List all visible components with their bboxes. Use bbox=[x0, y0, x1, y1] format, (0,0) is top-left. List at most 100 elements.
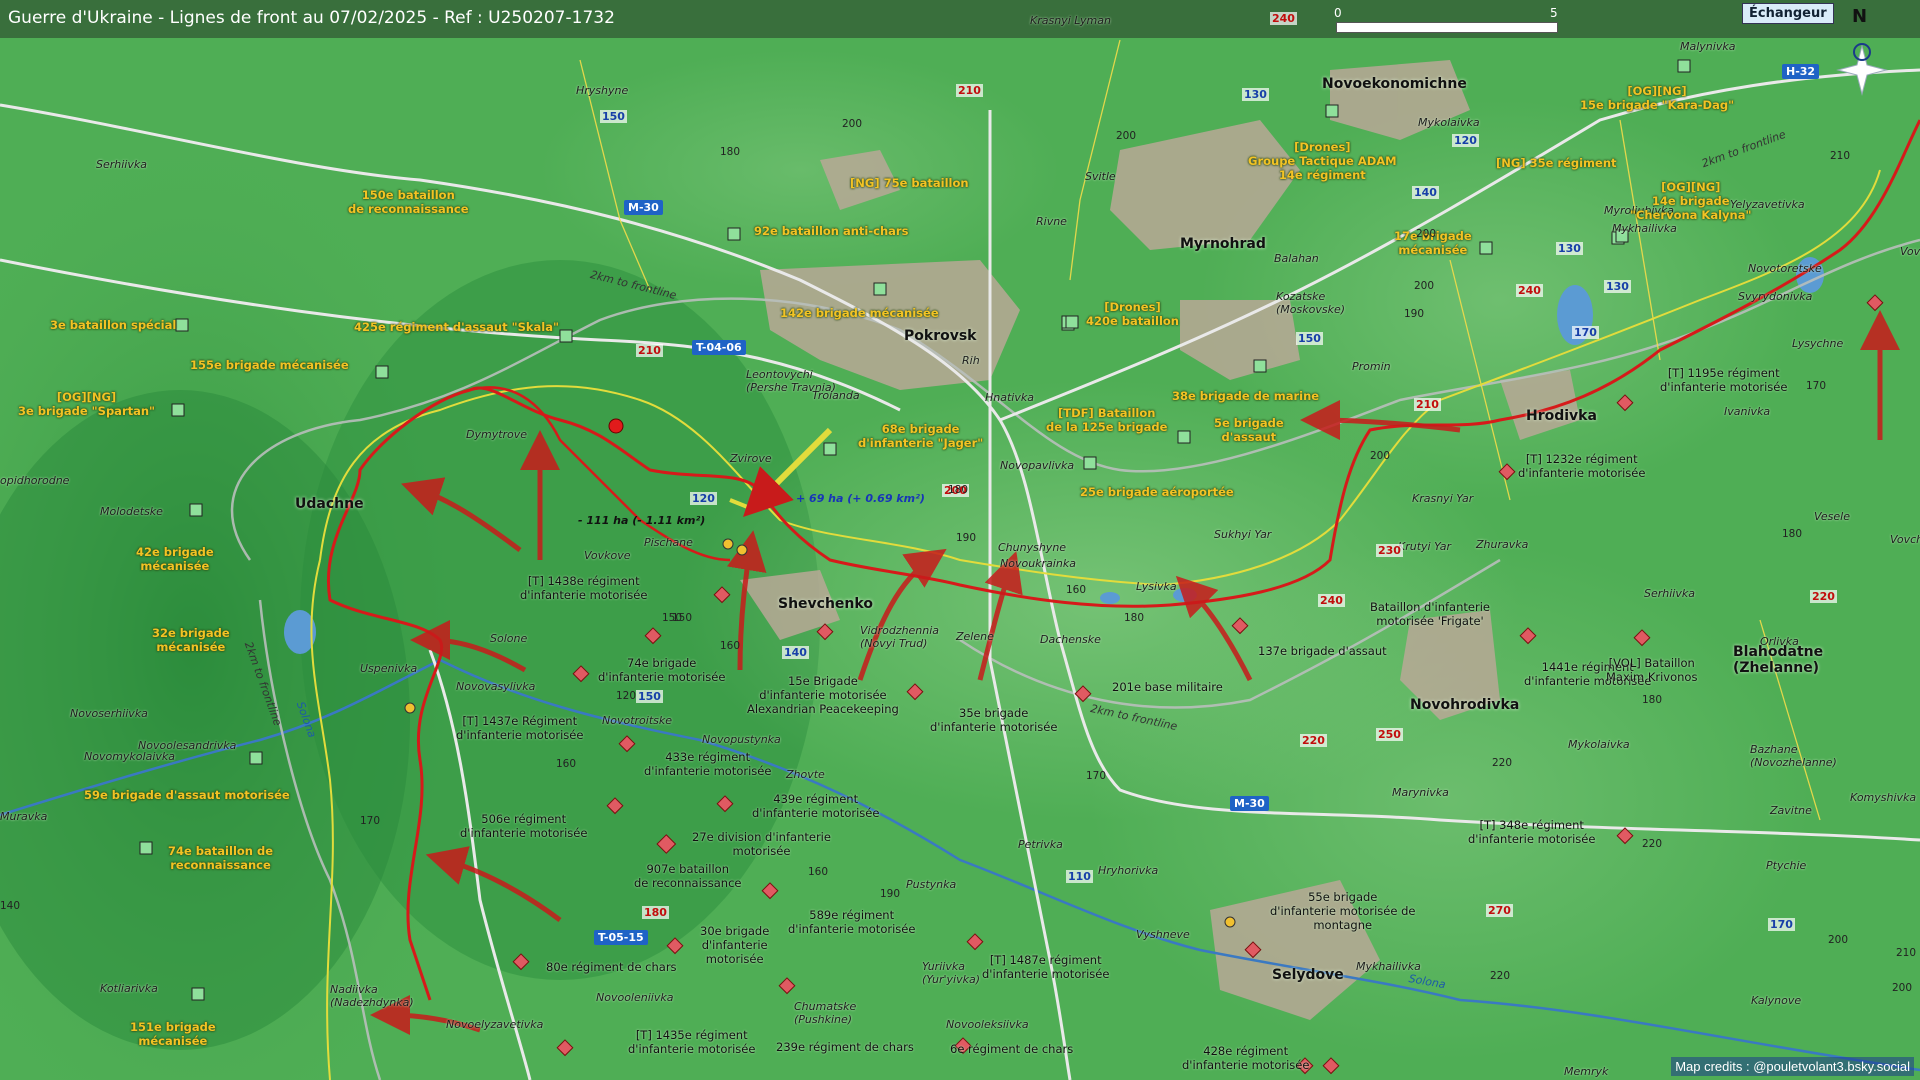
town-label: Novoserhiivka bbox=[70, 707, 148, 720]
town-label: Pustynka bbox=[906, 878, 957, 891]
road-sign: H-32 bbox=[1782, 64, 1820, 79]
town-label: Yuriivka (Yur'yivka) bbox=[922, 960, 980, 986]
town-label-bold: Shevchenko bbox=[778, 596, 873, 612]
ua-unit-label: 42e brigade mécanisée bbox=[136, 545, 214, 573]
ua-unit-label: 5e brigade d'assaut bbox=[1214, 416, 1284, 444]
ua-unit-label: 59e brigade d'assaut motorisée bbox=[84, 788, 290, 802]
road-number: 210 bbox=[1414, 398, 1441, 411]
height-label: 200 bbox=[842, 118, 863, 130]
town-label: Zhovte bbox=[786, 768, 825, 781]
road-number: 170 bbox=[1768, 918, 1795, 931]
road-number: 220 bbox=[1300, 734, 1327, 747]
ru-unit-label: 27e division d'infanterie motorisée bbox=[692, 830, 831, 858]
height-label: 160 bbox=[556, 758, 577, 770]
town-label: Novoelyzavetivka bbox=[446, 1018, 544, 1031]
road-number: 120 bbox=[1452, 134, 1479, 147]
road-number: 120 bbox=[690, 492, 717, 505]
ua-unit-label: [NG] 75e bataillon bbox=[850, 176, 969, 190]
road-number: 230 bbox=[1376, 544, 1403, 557]
ua-unit-label: 38e brigade de marine bbox=[1172, 389, 1320, 403]
echangeur-button[interactable]: Échangeur bbox=[1742, 3, 1834, 24]
ua-unit-label: [OG][NG] 15e brigade "Kara-Dag" bbox=[1580, 84, 1735, 112]
town-label: Ptychie bbox=[1766, 859, 1807, 872]
map-credits: Map credits : @pouletvolant3.bsky.social bbox=[1671, 1057, 1914, 1076]
scale-mid: 5 bbox=[1550, 6, 1558, 20]
town-label: Lysychne bbox=[1792, 337, 1844, 350]
ru-unit-label: Bataillon d'infanterie motorisée 'Frigate… bbox=[1370, 600, 1490, 628]
town-label-bold: Blahodatne (Zhelanne) bbox=[1733, 644, 1824, 676]
town-label: Orlivka bbox=[1760, 635, 1799, 648]
height-label: 160 bbox=[808, 866, 829, 878]
town-label: Chumatske (Pushkine) bbox=[794, 1000, 857, 1026]
road-number: 140 bbox=[1412, 186, 1439, 199]
town-label-bold: Selydove bbox=[1272, 967, 1344, 983]
ua-unit-label: 155e brigade mécanisée bbox=[190, 358, 349, 372]
town-label: Zavitne bbox=[1770, 804, 1812, 817]
ua-unit-label: 425e régiment d'assaut "Skala" bbox=[354, 320, 559, 334]
town-label: Marynivka bbox=[1392, 786, 1449, 799]
town-label: Mykhailivka bbox=[1356, 960, 1421, 973]
town-label: Novooleksiivka bbox=[946, 1018, 1029, 1031]
town-label: Svitle bbox=[1085, 170, 1116, 183]
height-label: 180 bbox=[948, 484, 969, 496]
road-number: 110 bbox=[1066, 870, 1093, 883]
ru-unit-label: 433e régiment d'infanterie motorisée bbox=[644, 750, 772, 778]
ru-unit-label: 907e bataillon de reconnaissance bbox=[634, 862, 742, 890]
ru-unit-label: 589e régiment d'infanterie motorisée bbox=[788, 908, 916, 936]
height-label: 190 bbox=[956, 532, 977, 544]
scale-start: 0 bbox=[1334, 6, 1342, 20]
town-label: Vidrodzhennia (Novyi Trud) bbox=[860, 624, 940, 650]
ru-unit-label: 439e régiment d'infanterie motorisée bbox=[752, 792, 880, 820]
road-number: 150 bbox=[600, 110, 627, 123]
town-label-bold: Novohrodivka bbox=[1410, 697, 1520, 713]
town-label: Dymytrove bbox=[466, 428, 528, 441]
town-label: Promin bbox=[1352, 360, 1391, 373]
ua-unit-label: 25e brigade aéroportée bbox=[1080, 485, 1234, 499]
height-label: 200 bbox=[1370, 450, 1391, 462]
height-label: 170 bbox=[360, 815, 381, 827]
town-label: Novopustynka bbox=[702, 733, 781, 746]
road-number: 240 bbox=[1516, 284, 1543, 297]
ru-unit-label: 15e Brigade d'infanterie motorisée Alexand… bbox=[747, 674, 899, 716]
road-number: 140 bbox=[782, 646, 809, 659]
height-label: 210 bbox=[1896, 947, 1917, 959]
ru-unit-label: [VOL] Bataillon Maxim Krivonos bbox=[1606, 656, 1698, 684]
road-number: 130 bbox=[1242, 88, 1269, 101]
height-label: 190 bbox=[1404, 308, 1425, 320]
town-label: Lysivka bbox=[1136, 580, 1177, 593]
ua-unit-label: 92e bataillon anti-chars bbox=[754, 224, 909, 238]
town-label: Mykhailivka bbox=[1612, 222, 1677, 235]
height-label: 190 bbox=[880, 888, 901, 900]
town-label: Zvirove bbox=[730, 452, 772, 465]
height-label: 200 bbox=[1416, 228, 1437, 240]
ru-unit-label: [T] 1487e régiment d'infanterie motorisée bbox=[982, 953, 1110, 981]
map-title: Guerre d'Ukraine - Lignes de front au 07… bbox=[8, 8, 615, 28]
town-label: Memryk bbox=[1564, 1065, 1609, 1078]
town-label: Dachenske bbox=[1040, 633, 1101, 646]
town-label-bold: Novoekonomichne bbox=[1322, 76, 1467, 92]
height-label: 200 bbox=[1828, 934, 1849, 946]
town-label: Novovasylivka bbox=[456, 680, 536, 693]
road-number: 180 bbox=[642, 906, 669, 919]
ru-unit-label: [T] 348e régiment d'infanterie motorisée bbox=[1468, 818, 1596, 846]
ru-unit-label: 137e brigade d'assaut bbox=[1258, 644, 1387, 658]
town-label: Chunyshyne bbox=[998, 541, 1067, 554]
ru-unit-label: 55e brigade d'infanterie motorisée de mont… bbox=[1270, 890, 1416, 932]
ru-unit-label: [T] 1232e régiment d'infanterie motorisée bbox=[1518, 452, 1646, 480]
scale-bar bbox=[1336, 22, 1558, 33]
town-label: Kalynove bbox=[1751, 994, 1802, 1007]
ru-unit-label: 428e régiment d'infanterie motorisée bbox=[1182, 1044, 1310, 1072]
height-label: 180 bbox=[1642, 694, 1663, 706]
road-number: 270 bbox=[1486, 904, 1513, 917]
town-label: Komyshivka bbox=[1850, 791, 1917, 804]
ua-unit-label: 32e brigade mécanisée bbox=[152, 626, 230, 654]
town-label: Krasnyi Lyman bbox=[1030, 14, 1111, 27]
town-label: Vovcha bbox=[1890, 533, 1920, 546]
town-label: Vovchenka bbox=[1900, 245, 1920, 258]
town-label: Muravka bbox=[0, 810, 48, 823]
road-number: 150 bbox=[636, 690, 663, 703]
height-label: 200 bbox=[1892, 982, 1913, 994]
height-label: 170 bbox=[1806, 380, 1827, 392]
road-number: 220 bbox=[1810, 590, 1837, 603]
map-canvas[interactable]: Guerre d'Ukraine - Lignes de front au 07… bbox=[0, 0, 1920, 1080]
